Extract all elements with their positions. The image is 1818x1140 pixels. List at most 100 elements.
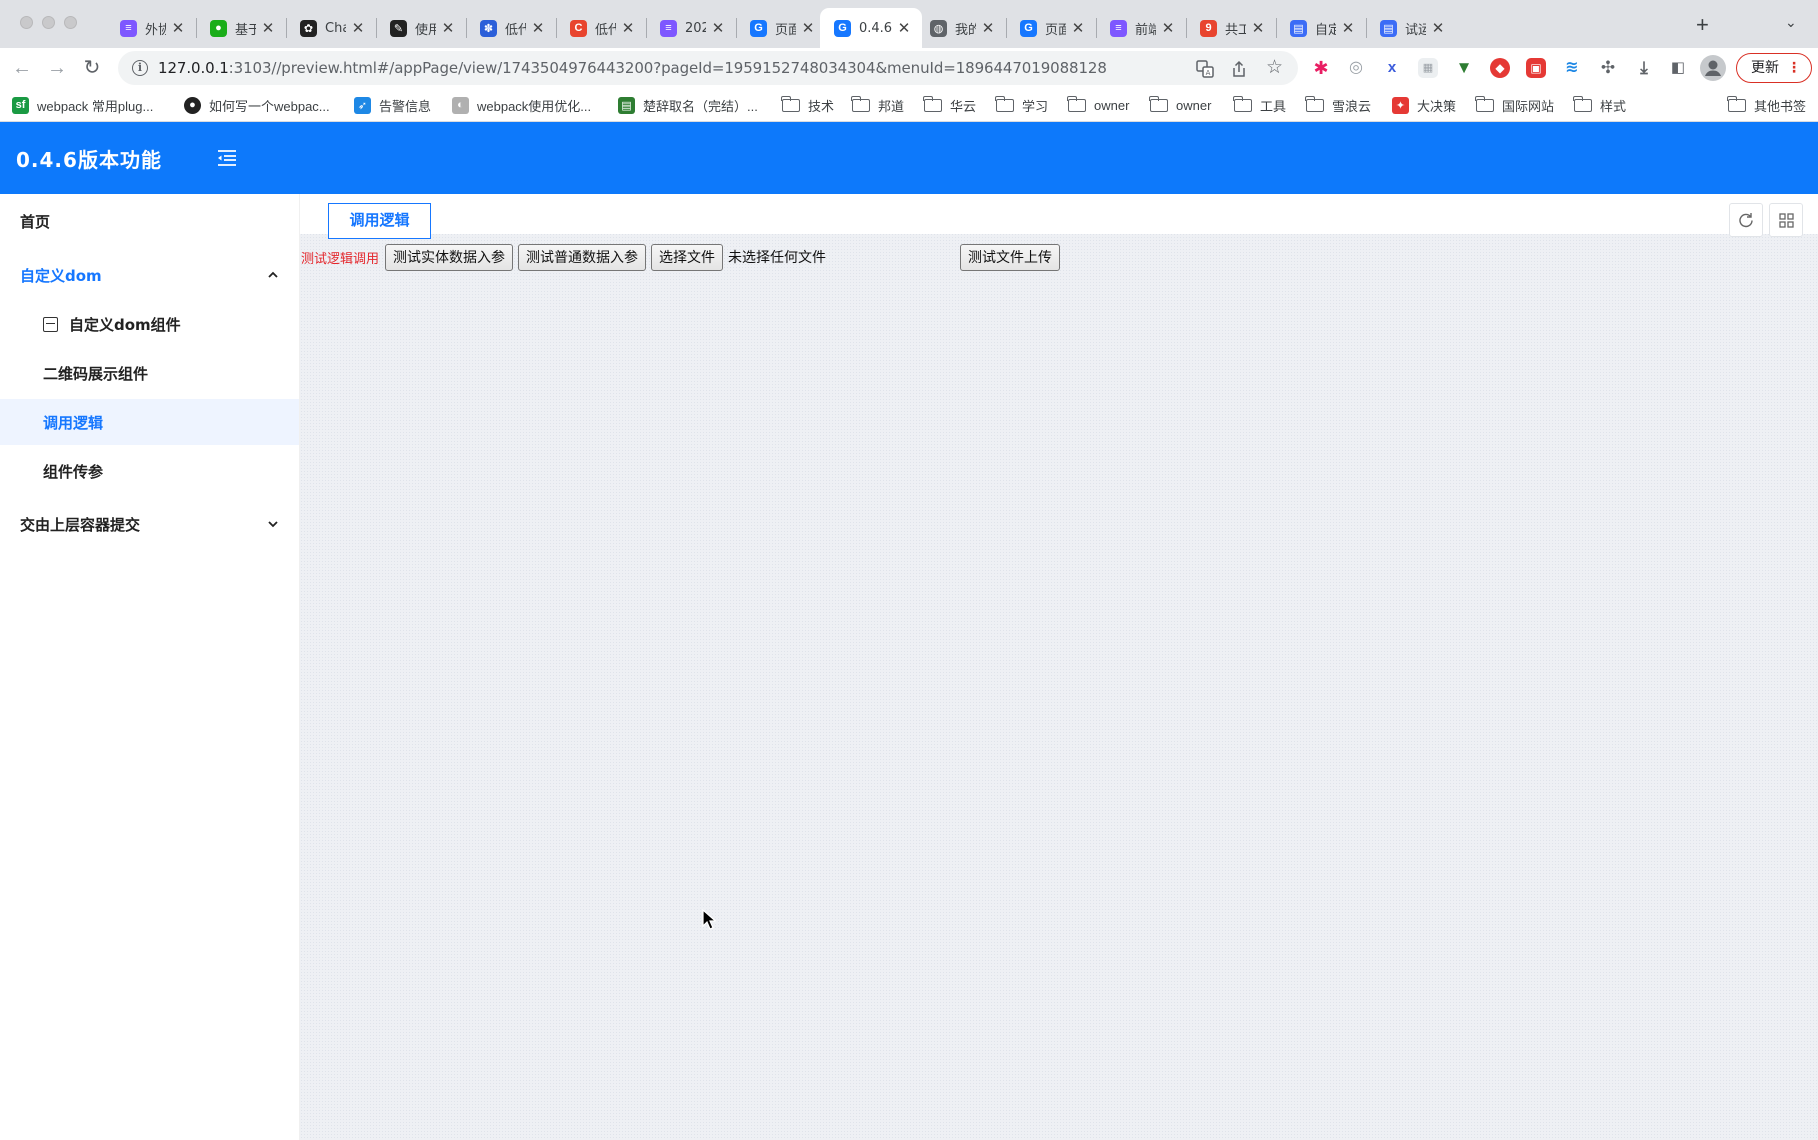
sidebar-item-home[interactable]: 首页 [0,198,299,244]
vue-devtools-icon[interactable]: ▼ [1454,58,1474,78]
bookmark-item[interactable]: 国际网站 [1475,94,1554,116]
sidebar-item-label: 组件传参 [43,462,104,481]
extension-layers-icon[interactable]: ≋ [1562,58,1582,78]
back-arrow-icon[interactable]: ← [8,54,36,82]
sidebar-group-custom-dom[interactable]: 自定义dom [0,252,299,298]
update-label: 更新 [1751,59,1779,75]
tab-favicon-icon: ▤ [1290,19,1307,37]
extension-camera-icon[interactable]: ◎ [1346,58,1366,78]
bookmark-item[interactable]: owner [1149,94,1211,116]
grid-icon [1779,213,1794,228]
tab-close-icon[interactable]: ✕ [440,19,456,37]
browser-tab[interactable]: ▤ 自定义✕ [1276,8,1366,48]
sidebar-item-custom-dom-component[interactable]: 自定义dom组件 [0,301,299,347]
window-minimize-dot[interactable] [42,16,55,29]
update-button[interactable]: 更新 ⋮ [1736,53,1812,83]
sidebar-item-qrcode-component[interactable]: 二维码展示组件 [0,350,299,396]
tab-close-icon[interactable]: ✕ [1340,19,1356,37]
bookmark-item[interactable]: ● 如何写一个webpac... [184,94,330,116]
tab-call-logic[interactable]: 调用逻辑 [328,203,431,239]
tab-close-icon[interactable]: ✕ [896,19,912,37]
browser-tab[interactable]: ◍ 我的项✕ [916,8,1006,48]
url-text[interactable]: 127.0.0.1:3103//preview.html#/appPage/vi… [158,59,1107,77]
folder-icon [1149,95,1168,112]
bookmark-item[interactable]: ➶ 告警信息 [354,94,431,116]
tab-title: 0.4.6 [859,20,892,36]
extension-pinwheel-icon[interactable]: ✱ [1311,58,1331,78]
refresh-button[interactable] [1729,203,1763,237]
bookmark-item[interactable]: 工具 [1233,94,1286,116]
site-info-icon[interactable]: i [132,60,148,76]
bookmark-item[interactable]: ◐ webpack使用优化... [452,94,591,116]
bookmark-label: 如何写一个webpac... [209,98,330,114]
tab-close-icon[interactable]: ✕ [170,19,186,37]
tab-close-icon[interactable]: ✕ [620,19,636,37]
tab-favicon-icon: ▤ [1380,19,1397,37]
bookmark-item[interactable]: 雪浪云 [1305,94,1371,116]
menu-collapse-icon[interactable] [216,148,238,168]
browser-tab[interactable]: ● 基于 W✕ [196,8,286,48]
window-zoom-dot[interactable] [64,16,77,29]
browser-tab[interactable]: ✽ 低代码✕ [466,8,556,48]
test-normal-params-button[interactable]: 测试普通数据入参 [518,243,647,271]
browser-tab[interactable]: ≡ 前端代✕ [1096,8,1186,48]
sidebar-item-component-params[interactable]: 组件传参 [0,448,299,494]
tab-close-icon[interactable]: ✕ [1250,19,1266,37]
bookmark-item[interactable]: 华云 [923,94,976,116]
extension-shield-icon[interactable]: ◆ [1490,58,1510,78]
bookmark-item[interactable]: 学习 [995,94,1048,116]
bookmark-item[interactable]: 样式 [1573,94,1627,116]
test-entity-params-button[interactable]: 测试实体数据入参 [385,243,514,271]
tab-close-icon[interactable]: ✕ [980,19,996,37]
bookmark-star-icon[interactable]: ☆ [1266,56,1283,79]
bookmark-item[interactable]: 邦道 [851,94,904,116]
bookmark-item[interactable]: ▤ 楚辞取名（完结）... [618,94,758,116]
extension-grid-icon[interactable]: ▦ [1418,58,1438,78]
grid-view-button[interactable] [1769,203,1803,237]
new-tab-button[interactable]: + [1696,12,1709,38]
tab-favicon-icon: G [834,19,851,37]
tab-close-icon[interactable]: ✕ [710,19,726,37]
choose-file-button[interactable]: 选择文件 [651,243,724,271]
tab-search-chevron-icon[interactable]: ⌄ [1785,14,1797,31]
extension-box-icon[interactable]: ▣ [1526,58,1546,78]
download-icon[interactable]: ⤓ [1634,58,1654,78]
browser-tab[interactable]: ≡ 外协人员✕ [106,8,196,48]
sidebar-item-call-logic[interactable]: 调用逻辑 [0,399,299,445]
address-bar[interactable]: i 127.0.0.1:3103//preview.html#/appPage/… [118,51,1298,85]
browser-tab[interactable]: G 页面编✕ [736,8,826,48]
tab-close-icon[interactable]: ✕ [350,19,366,37]
test-file-upload-button[interactable]: 测试文件上传 [960,243,1060,271]
browser-toolbar: ← → ↻ i 127.0.0.1:3103//preview.html#/ap… [0,48,1818,88]
browser-tab[interactable]: G 页面编✕ [1006,8,1096,48]
side-panel-icon[interactable]: ◧ [1668,58,1688,78]
browser-tab[interactable]: 9 共工 ✕ [1186,8,1276,48]
forward-arrow-icon[interactable]: → [43,54,71,82]
extensions-puzzle-icon[interactable]: ✣ [1598,58,1618,78]
tab-close-icon[interactable]: ✕ [1430,19,1446,37]
sidebar-group-submit-to-parent[interactable]: 交由上层容器提交 [0,501,299,547]
bookmark-item[interactable]: ✦ 大决策 [1392,94,1456,116]
tab-close-icon[interactable]: ✕ [1070,19,1086,37]
bookmark-item[interactable]: sf webpack 常用plug... [12,94,153,116]
tab-close-icon[interactable]: ✕ [800,19,816,37]
extension-x-icon[interactable]: x [1382,58,1402,78]
profile-avatar[interactable] [1700,55,1726,81]
bookmark-label: 样式 [1600,98,1627,114]
browser-tab[interactable]: ≡ 2023✕ [646,8,736,48]
reload-icon[interactable]: ↻ [78,54,106,82]
bookmark-item[interactable]: owner [1067,94,1129,116]
browser-tab[interactable]: ✎ 使用 F✕ [376,8,466,48]
window-close-dot[interactable] [20,16,33,29]
browser-tab[interactable]: G 0.4.6 ✕ [820,8,922,48]
other-bookmarks[interactable]: 其他书签 [1727,94,1806,116]
bookmark-item[interactable]: 技术 [781,94,834,116]
share-icon[interactable] [1231,60,1247,83]
browser-tab[interactable]: ✿ ChatGPT✕ [286,8,376,48]
tab-close-icon[interactable]: ✕ [1160,19,1176,37]
tab-close-icon[interactable]: ✕ [530,19,546,37]
browser-tab[interactable]: C 低代码✕ [556,8,646,48]
translate-icon[interactable]: A [1196,60,1214,83]
browser-tab[interactable]: ▤ 试运行✕ [1366,8,1456,48]
tab-close-icon[interactable]: ✕ [260,19,276,37]
